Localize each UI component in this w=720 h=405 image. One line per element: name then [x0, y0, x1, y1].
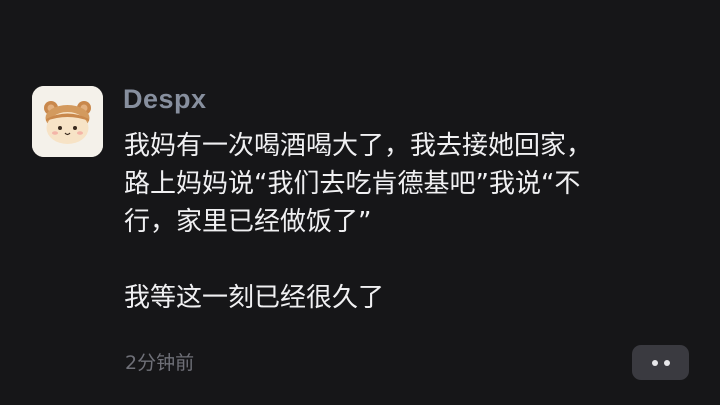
more-dots-icon: [651, 359, 658, 366]
more-options-button[interactable]: [632, 345, 689, 380]
more-dots-icon: [663, 359, 670, 366]
username[interactable]: Despx: [123, 82, 207, 116]
comment-line: 我等这一刻已经很久了: [124, 283, 385, 313]
comment-line: 我妈有一次喝酒喝大了，我去接她回家，: [124, 131, 593, 161]
timestamp: 2分钟前: [125, 352, 195, 374]
bear-hat-avatar-icon: [32, 86, 103, 157]
comment-line: 路上妈妈说“我们去吃肯德基吧”我说“不: [124, 169, 581, 199]
comment-line-blank: [124, 241, 684, 279]
comment-post: Despx 我妈有一次喝酒喝大了，我去接她回家， 路上妈妈说“我们去吃肯德基吧”…: [0, 0, 720, 405]
comment-line: 行，家里已经做饭了”: [124, 207, 372, 237]
avatar[interactable]: [32, 86, 103, 157]
comment-text: 我妈有一次喝酒喝大了，我去接她回家， 路上妈妈说“我们去吃肯德基吧”我说“不 行…: [124, 127, 684, 317]
